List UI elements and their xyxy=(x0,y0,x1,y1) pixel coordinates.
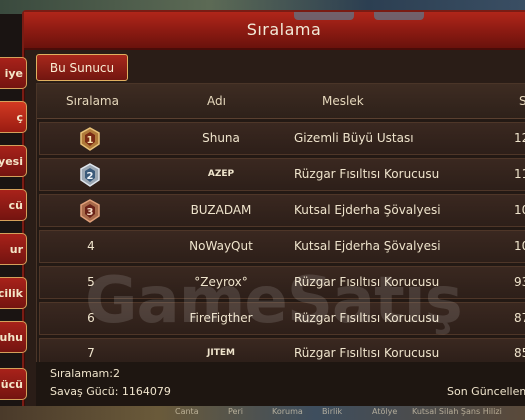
ranking-table: Sıralama Adı Meslek S 1 Shuna Gizemli Bü… xyxy=(36,83,525,407)
svg-text:1: 1 xyxy=(87,135,94,146)
bottom-menu-item[interactable]: Koruma xyxy=(272,407,303,416)
player-score: 12 xyxy=(514,131,525,145)
player-score: 11 xyxy=(514,167,525,181)
title-decoration xyxy=(294,12,354,20)
side-tab-6[interactable]: cilik xyxy=(0,277,27,309)
game-bottom-bar: Canta Peri Koruma Birlik Atölye Kutsal S… xyxy=(0,406,525,420)
gold-medal-icon: 1 xyxy=(79,127,101,151)
player-profession: Gizemli Büyü Ustası xyxy=(294,131,414,145)
ranking-footer: Sıralamam:2 Savaş Gücü: 1164079 Son Günc… xyxy=(36,362,525,408)
table-row[interactable]: 7 JITEM Rüzgar Fısıltısı Korucusu 85 xyxy=(39,338,525,364)
column-header-score: S xyxy=(519,94,525,108)
side-tab-8[interactable]: Gücü xyxy=(0,368,27,400)
column-header-rank: Sıralama xyxy=(66,94,119,108)
watermark-logo: GameSatış xyxy=(85,264,463,338)
table-header: Sıralama Adı Meslek S xyxy=(37,84,525,119)
player-score: 10 xyxy=(514,203,525,217)
silver-medal-icon: 2 xyxy=(79,163,101,187)
side-tab-2[interactable]: ç xyxy=(0,101,27,133)
player-profession: Kutsal Ejderha Şövalyesi xyxy=(294,203,441,217)
bottom-menu-item[interactable]: Canta xyxy=(175,407,199,416)
table-row[interactable]: 1 Shuna Gizemli Büyü Ustası 12 xyxy=(39,122,525,155)
table-row[interactable]: 2 AZEP Rüzgar Fısıltısı Korucusu 11 xyxy=(39,158,525,191)
bottom-menu-item[interactable]: Kutsal Silah Şans Hilizi xyxy=(412,407,502,416)
side-tab-3[interactable]: yesi xyxy=(0,145,27,177)
title-bar: Sıralama xyxy=(24,12,525,50)
side-tab-4[interactable]: cü xyxy=(0,189,27,221)
window-title: Sıralama xyxy=(246,20,322,39)
player-profession: Kutsal Ejderha Şövalyesi xyxy=(294,239,441,253)
column-header-name: Adı xyxy=(207,94,226,108)
player-rank: 4 xyxy=(87,239,95,253)
tab-this-server[interactable]: Bu Sunucu xyxy=(36,54,128,81)
svg-text:2: 2 xyxy=(87,171,94,182)
bottom-menu-item[interactable]: Atölye xyxy=(372,407,397,416)
player-score: 10 xyxy=(514,239,525,253)
player-profession: Rüzgar Fısıltısı Korucusu xyxy=(294,167,440,181)
player-rank: 7 xyxy=(87,346,95,360)
my-rank-label: Sıralamam:2 xyxy=(50,367,120,380)
battle-power-label: Savaş Gücü: 1164079 xyxy=(50,385,171,398)
player-score: 85 xyxy=(514,346,525,360)
side-tab-1[interactable]: iye xyxy=(0,57,27,89)
player-profession: Rüzgar Fısıltısı Korucusu xyxy=(294,346,440,360)
table-row[interactable]: 3 BUZADAM Kutsal Ejderha Şövalyesi 10 xyxy=(39,194,525,227)
svg-text:3: 3 xyxy=(87,207,94,218)
title-decoration xyxy=(374,12,424,20)
player-name: BUZADAM xyxy=(190,203,252,217)
player-score: 87 xyxy=(514,311,525,325)
player-score: 93 xyxy=(514,275,525,289)
bottom-menu-item[interactable]: Peri xyxy=(228,407,243,416)
bronze-medal-icon: 3 xyxy=(79,199,101,223)
player-name: JITEM xyxy=(207,348,235,358)
player-name: AZEP xyxy=(207,169,235,179)
last-update-label: Son Güncelleme xyxy=(447,385,525,398)
side-tab-7[interactable]: uhu xyxy=(0,321,27,353)
player-name: NoWayQut xyxy=(189,239,253,253)
column-header-profession: Meslek xyxy=(322,94,364,108)
table-row[interactable]: 4 NoWayQut Kutsal Ejderha Şövalyesi 10 xyxy=(39,230,525,263)
side-tab-5[interactable]: ur xyxy=(0,233,27,265)
player-name: Shuna xyxy=(202,131,240,145)
bottom-menu-item[interactable]: Birlik xyxy=(322,407,342,416)
